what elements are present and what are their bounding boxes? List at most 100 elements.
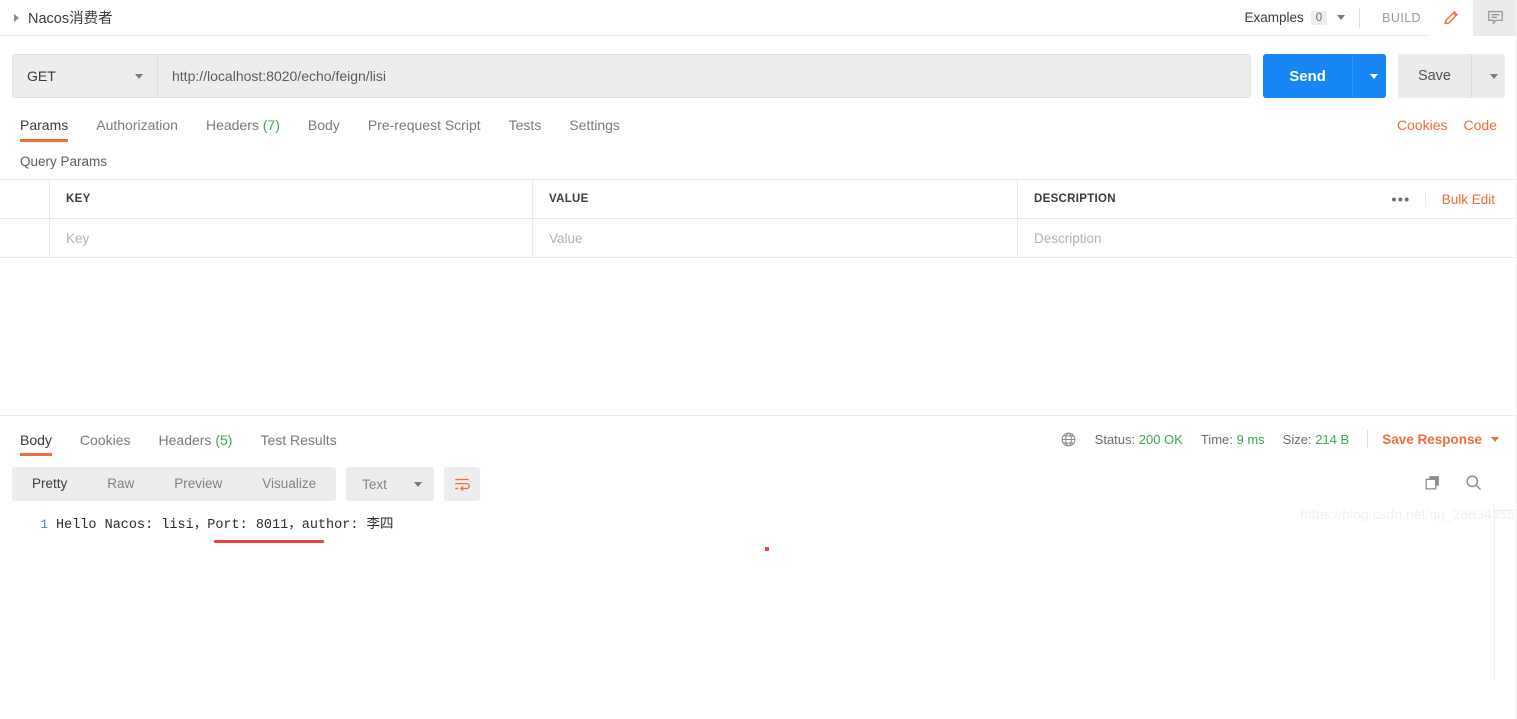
- copy-button[interactable]: [1423, 473, 1442, 495]
- tab-label: Settings: [569, 117, 620, 133]
- row-checkbox-cell[interactable]: [0, 219, 50, 257]
- tab-authorization[interactable]: Authorization: [82, 117, 192, 142]
- size-label: Size:: [1282, 431, 1312, 447]
- response-tab-test-results[interactable]: Test Results: [246, 432, 350, 456]
- http-method-value: GET: [27, 68, 56, 84]
- tab-body[interactable]: Body: [294, 117, 354, 142]
- search-body-button[interactable]: [1464, 473, 1483, 495]
- tab-settings[interactable]: Settings: [555, 117, 634, 142]
- time-label: Time:: [1200, 431, 1233, 447]
- column-header-value: VALUE: [533, 180, 1018, 218]
- titlebar: Nacos消费者 Examples 0 BUILD: [0, 0, 1517, 36]
- body-format-select[interactable]: Text: [346, 467, 435, 501]
- query-params-table: KEY VALUE DESCRIPTION ••• Bulk Edit Key …: [0, 179, 1517, 258]
- build-button[interactable]: BUILD: [1374, 11, 1429, 25]
- tab-label: Pre-request Script: [367, 117, 481, 133]
- table-header-row: KEY VALUE DESCRIPTION ••• Bulk Edit: [0, 180, 1517, 219]
- response-body-toolbar: Pretty Raw Preview Visualize Text: [0, 456, 1517, 504]
- column-header-description-label: DESCRIPTION: [1034, 193, 1116, 205]
- table-row: Key Value Description: [0, 219, 1517, 258]
- body-toolbar-actions: [1423, 473, 1505, 495]
- body-format-value: Text: [362, 476, 387, 492]
- pencil-icon: [1443, 11, 1458, 25]
- send-button-group: Send: [1263, 54, 1386, 98]
- globe-icon[interactable]: [1060, 431, 1077, 448]
- tab-label: Body: [20, 432, 52, 448]
- http-method-select[interactable]: GET: [13, 55, 158, 97]
- body-view-visualize[interactable]: Visualize: [242, 467, 336, 501]
- divider: [1359, 7, 1361, 28]
- cookies-link[interactable]: Cookies: [1397, 117, 1448, 133]
- response-body-content[interactable]: 1 Hello Nacos: lisi，Port: 8011，author: 李…: [0, 504, 1517, 680]
- tab-label: Cookies: [79, 432, 131, 448]
- param-value-placeholder: Value: [549, 230, 583, 246]
- chevron-down-icon: [1370, 73, 1379, 79]
- bulk-edit-link[interactable]: Bulk Edit: [1424, 191, 1501, 207]
- status-meta: Status: 200 OK: [1095, 432, 1183, 447]
- send-button[interactable]: Send: [1263, 54, 1352, 98]
- chevron-down-icon[interactable]: [135, 73, 143, 79]
- save-response-button[interactable]: Save Response: [1382, 432, 1505, 447]
- url-bar-row: GET http://localhost:8020/echo/feign/lis…: [0, 36, 1517, 104]
- edit-request-button[interactable]: [1429, 0, 1473, 36]
- tab-params[interactable]: Params: [12, 117, 82, 142]
- response-tabs: Body Cookies Headers (5) Test Results St…: [0, 416, 1517, 456]
- tab-count: (5): [215, 432, 233, 448]
- tab-label: Tests: [508, 117, 542, 133]
- tab-pre-request-script[interactable]: Pre-request Script: [354, 117, 495, 142]
- tab-tests[interactable]: Tests: [495, 117, 556, 142]
- save-button[interactable]: Save: [1397, 54, 1471, 98]
- tab-headers[interactable]: Headers (7): [192, 117, 294, 142]
- chevron-down-icon[interactable]: [1337, 15, 1346, 20]
- status-value: 200 OK: [1138, 431, 1183, 447]
- tab-label: Test Results: [260, 432, 337, 448]
- column-header-description: DESCRIPTION ••• Bulk Edit: [1018, 180, 1517, 218]
- annotation-underline: [214, 540, 324, 543]
- titlebar-actions: Examples 0 BUILD: [1244, 0, 1517, 36]
- copy-icon: [1425, 476, 1439, 490]
- save-options-button[interactable]: [1471, 54, 1505, 98]
- annotation-dot: [765, 547, 769, 551]
- comments-button[interactable]: [1473, 0, 1517, 36]
- method-url-group: GET http://localhost:8020/echo/feign/lis…: [12, 54, 1252, 98]
- code-link[interactable]: Code: [1464, 117, 1497, 133]
- examples-dropdown[interactable]: Examples 0: [1244, 10, 1346, 25]
- select-all-cell[interactable]: [0, 180, 50, 218]
- tab-label: Headers: [158, 432, 212, 448]
- body-view-raw[interactable]: Raw: [87, 467, 154, 501]
- save-button-group: Save: [1397, 54, 1505, 98]
- examples-count-badge: 0: [1310, 10, 1328, 25]
- chevron-right-icon[interactable]: [14, 13, 19, 22]
- line-number: 1: [40, 518, 48, 532]
- search-icon: [1466, 475, 1482, 491]
- response-tab-cookies[interactable]: Cookies: [66, 432, 145, 456]
- query-params-label: Query Params: [20, 154, 108, 169]
- url-input[interactable]: http://localhost:8020/echo/feign/lisi: [158, 55, 1251, 97]
- watermark: https://blog.csdn.net/qq_28834355: [1300, 506, 1515, 522]
- time-value: 9 ms: [1236, 431, 1265, 447]
- size-meta: Size: 214 B: [1283, 432, 1350, 447]
- more-options-icon[interactable]: •••: [1392, 191, 1425, 207]
- send-options-button[interactable]: [1351, 54, 1386, 98]
- response-tab-headers[interactable]: Headers (5): [145, 432, 247, 456]
- minimap-divider: [1494, 504, 1495, 680]
- request-tabs: Params Authorization Headers (7) Body Pr…: [0, 104, 1517, 142]
- chevron-down-icon: [1491, 436, 1499, 442]
- param-description-placeholder: Description: [1034, 230, 1102, 246]
- status-label: Status:: [1094, 431, 1136, 447]
- param-description-input[interactable]: Description: [1018, 219, 1517, 257]
- tab-label: Params: [20, 117, 69, 133]
- column-header-key: KEY: [50, 180, 533, 218]
- size-value: 214 B: [1315, 431, 1350, 447]
- time-meta: Time: 9 ms: [1201, 432, 1265, 447]
- divider: [1367, 430, 1369, 448]
- response-tab-body[interactable]: Body: [12, 432, 66, 456]
- page-title: Nacos消费者: [28, 11, 113, 27]
- body-view-preview[interactable]: Preview: [154, 467, 242, 501]
- request-title-group[interactable]: Nacos消费者: [0, 7, 113, 28]
- word-wrap-button[interactable]: [444, 467, 481, 501]
- examples-label: Examples: [1244, 10, 1304, 25]
- param-value-input[interactable]: Value: [533, 219, 1018, 257]
- body-view-pretty[interactable]: Pretty: [12, 467, 87, 501]
- param-key-input[interactable]: Key: [50, 219, 533, 257]
